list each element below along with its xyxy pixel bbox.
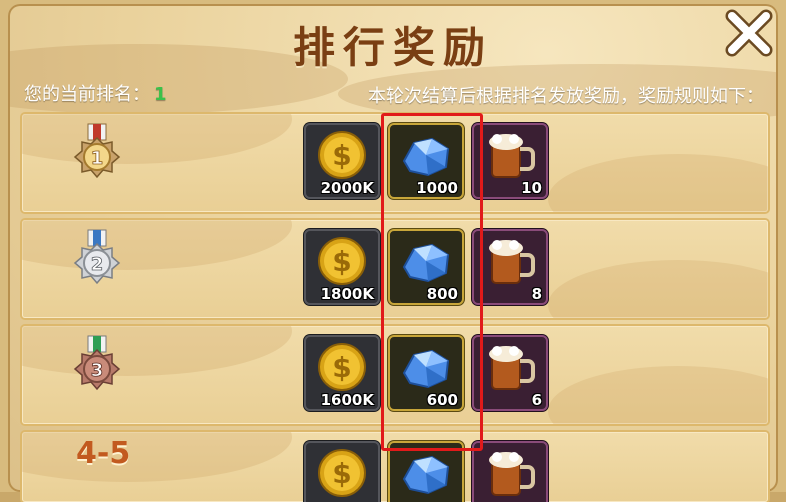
gold-coin-reward[interactable]: $ — [304, 441, 380, 502]
gem-reward[interactable]: 600 — [388, 335, 464, 411]
rank-range-label: 4-5 — [76, 436, 131, 471]
reward-rules-text: 本轮次结算后根据排名发放奖励，奖励规则如下： — [368, 86, 764, 107]
beer-mug-icon — [489, 134, 535, 178]
gem-quantity: 600 — [426, 391, 458, 409]
rank-number: 1 — [91, 148, 104, 169]
rank-3-medal-icon: 3 — [73, 335, 121, 391]
gold-coin-icon: $ — [318, 237, 366, 285]
beer-quantity: 6 — [531, 391, 542, 409]
gem-reward[interactable]: 800 — [388, 229, 464, 305]
gold-coin-icon: $ — [318, 449, 366, 497]
beer-reward[interactable] — [472, 441, 548, 502]
gem-quantity: 1000 — [416, 179, 458, 197]
reward-row-rank-3: 3 $ 1600K 600 6 — [22, 326, 768, 424]
svg-text:$: $ — [332, 245, 351, 278]
beer-mug-icon — [489, 346, 535, 390]
beer-reward[interactable]: 8 — [472, 229, 548, 305]
blue-crystal-icon — [402, 137, 450, 177]
reward-screen: 排行奖励 您的当前排名： 1 本轮次结算后根据排名发放奖励，奖励规则如下： 1 $… — [0, 0, 786, 502]
rank-2-medal-icon: 2 — [73, 229, 121, 285]
close-button[interactable] — [722, 6, 776, 60]
svg-text:$: $ — [332, 139, 351, 172]
reward-row-rank-2: 2 $ 1800K 800 8 — [22, 220, 768, 318]
close-icon — [725, 9, 773, 57]
blue-crystal-icon — [402, 243, 450, 283]
gold-coin-reward[interactable]: $ 1800K — [304, 229, 380, 305]
gold-coin-reward[interactable]: $ 1600K — [304, 335, 380, 411]
rank-number: 3 — [91, 360, 104, 381]
rank-number: 2 — [91, 254, 104, 275]
current-rank: 您的当前排名： 1 — [24, 80, 167, 106]
gem-reward[interactable]: 1000 — [388, 123, 464, 199]
current-rank-value: 1 — [154, 84, 167, 105]
gold-quantity: 1800K — [320, 285, 374, 303]
rank-1-medal-icon: 1 — [73, 123, 121, 179]
svg-text:$: $ — [332, 351, 351, 384]
gem-quantity: 800 — [426, 285, 458, 303]
gold-quantity: 2000K — [320, 179, 374, 197]
blue-crystal-icon — [402, 349, 450, 389]
svg-text:$: $ — [332, 457, 351, 490]
gold-coin-reward[interactable]: $ 2000K — [304, 123, 380, 199]
beer-quantity: 10 — [521, 179, 542, 197]
beer-quantity: 8 — [531, 285, 542, 303]
blue-crystal-icon — [402, 455, 450, 495]
beer-reward[interactable]: 10 — [472, 123, 548, 199]
gold-quantity: 1600K — [320, 391, 374, 409]
current-rank-label: 您的当前排名： — [24, 84, 150, 105]
beer-mug-icon — [489, 452, 535, 496]
gold-coin-icon: $ — [318, 343, 366, 391]
beer-mug-icon — [489, 240, 535, 284]
gem-reward[interactable] — [388, 441, 464, 502]
page-title: 排行奖励 — [292, 23, 493, 72]
gold-coin-icon: $ — [318, 131, 366, 179]
reward-row-rank-1: 1 $ 2000K 1000 10 — [22, 114, 768, 212]
beer-reward[interactable]: 6 — [472, 335, 548, 411]
